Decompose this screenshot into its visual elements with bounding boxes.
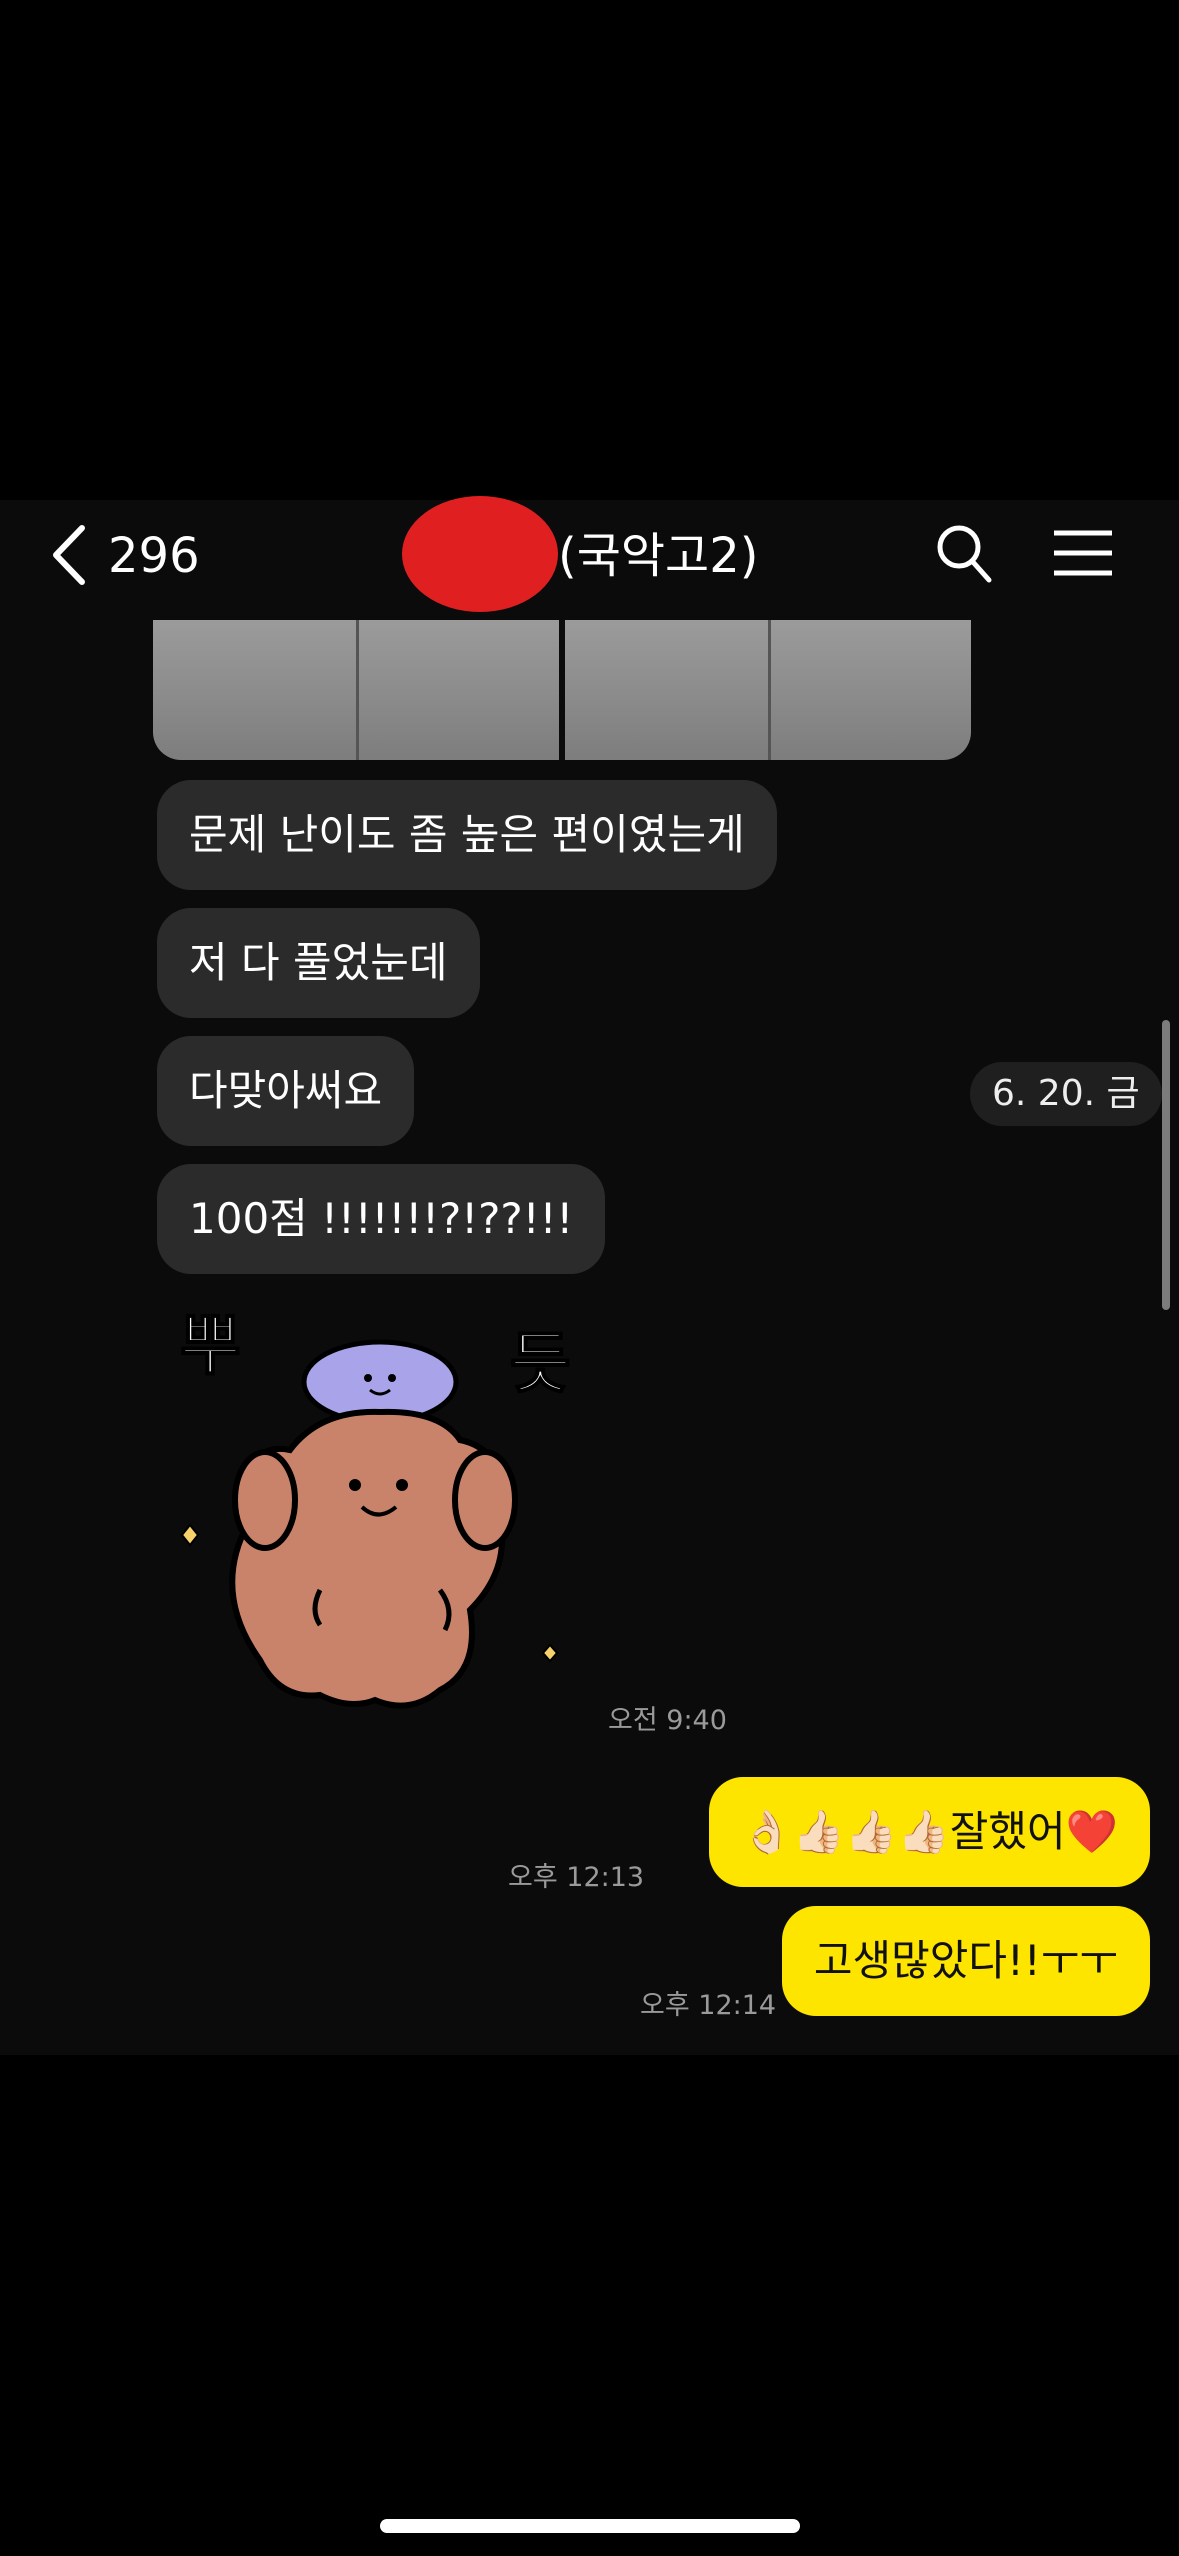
message-bubble-in[interactable]: 저 다 풀었눈데: [157, 908, 480, 1018]
message-time: 오후 12:13: [508, 1862, 645, 1893]
search-icon[interactable]: [934, 522, 994, 586]
date-chip: 6. 20. 금: [970, 1062, 1162, 1126]
message-bubble-out[interactable]: 👌🏻👍🏻👍🏻👍🏻잘했어❤️: [708, 1777, 1150, 1887]
chat-title[interactable]: (국악고2): [558, 526, 758, 586]
message-bubble-in[interactable]: 100점 !!!!!!!?!??!!!: [157, 1164, 606, 1274]
photo-thumbnails[interactable]: [153, 615, 971, 760]
sticker-text-left: 뿌: [180, 1307, 241, 1384]
sticker-text-right: 듯: [510, 1325, 571, 1402]
photo-thumbnail[interactable]: [565, 615, 971, 760]
home-indicator[interactable]: [380, 2519, 800, 2533]
message-bubble-in[interactable]: 다맞아써요: [157, 1036, 415, 1146]
message-time: 오전 9:40: [608, 1705, 727, 1736]
puppy-sticker[interactable]: 뿌 듯: [170, 1290, 590, 1720]
scrollbar[interactable]: [1162, 1020, 1170, 1310]
back-unread-count[interactable]: 296: [108, 526, 200, 586]
menu-icon[interactable]: [1052, 528, 1114, 578]
message-bubble-out[interactable]: 고생많았다!!ㅜㅜ: [781, 1906, 1150, 2016]
message-time: 오후 12:14: [640, 1990, 777, 2021]
redaction-mark: [402, 496, 558, 612]
message-bubble-in[interactable]: 문제 난이도 좀 높은 편이였는게: [157, 780, 777, 890]
photo-thumbnail[interactable]: [153, 615, 559, 760]
back-chevron-icon[interactable]: [48, 524, 88, 586]
